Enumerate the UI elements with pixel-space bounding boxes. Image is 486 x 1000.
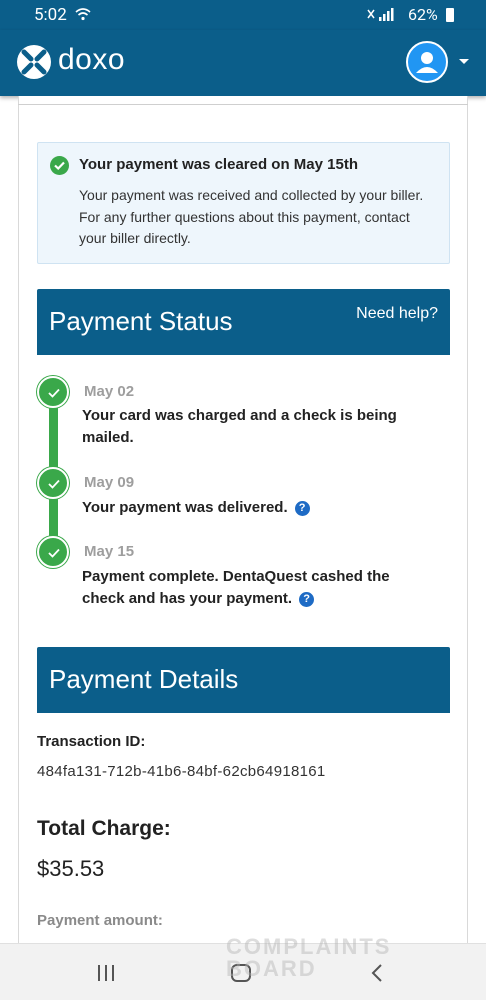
signal-icon bbox=[367, 8, 394, 21]
divider bbox=[18, 104, 468, 105]
app-header: doxo bbox=[0, 30, 486, 96]
user-avatar-icon[interactable] bbox=[406, 41, 448, 83]
payment-cleared-notice: Your payment was cleared on May 15th You… bbox=[37, 142, 450, 264]
check-circle-icon bbox=[37, 376, 69, 408]
payment-details-header: Payment Details bbox=[37, 647, 450, 713]
timeline-text: Your payment was delivered. bbox=[82, 499, 288, 516]
need-help-link[interactable]: Need help? bbox=[356, 305, 438, 323]
recent-apps-icon[interactable] bbox=[97, 965, 115, 981]
watermark-line: BOARD bbox=[226, 956, 317, 981]
watermark: COMPLAINTS BOARD bbox=[226, 936, 391, 980]
timeline-item: Your payment was delivered.? bbox=[82, 497, 427, 519]
payment-status-header: Payment Status Need help? bbox=[37, 289, 450, 355]
notice-body: Your payment was received and collected … bbox=[79, 187, 424, 246]
help-icon[interactable]: ? bbox=[299, 592, 315, 607]
timeline-text: Your card was charged and a check is bei… bbox=[82, 407, 397, 446]
timeline-date: May 02 bbox=[84, 383, 135, 400]
status-bar: 5:02 62% bbox=[0, 0, 486, 30]
total-charge-value: $35.53 bbox=[37, 856, 105, 881]
timeline-date: May 09 bbox=[84, 474, 135, 491]
timeline-item: Payment complete. DentaQuest cashed the … bbox=[82, 566, 427, 610]
brand-name[interactable]: doxo bbox=[58, 43, 125, 77]
payment-details-title: Payment Details bbox=[49, 664, 239, 694]
transaction-id-value: 484fa131-712b-41b6-84bf-62cb64918161 bbox=[37, 763, 326, 780]
payment-status-title: Payment Status bbox=[49, 306, 233, 336]
timeline-text: Payment complete. DentaQuest cashed the … bbox=[82, 568, 390, 607]
status-time: 5:02 bbox=[34, 5, 67, 25]
check-circle-icon bbox=[37, 536, 69, 568]
chevron-down-icon[interactable] bbox=[459, 59, 469, 64]
total-charge-label: Total Charge: bbox=[37, 817, 171, 840]
battery-level: 62% bbox=[408, 5, 438, 24]
payment-amount-label: Payment amount: bbox=[37, 912, 163, 929]
wifi-icon bbox=[75, 8, 91, 21]
battery-icon bbox=[446, 8, 454, 22]
help-icon[interactable]: ? bbox=[294, 501, 310, 516]
timeline-date: May 15 bbox=[84, 543, 135, 560]
check-circle-icon bbox=[37, 467, 69, 499]
doxo-logo-icon[interactable] bbox=[17, 45, 51, 79]
watermark-line: COMPLAINTS bbox=[226, 934, 392, 959]
notice-title: Your payment was cleared on May 15th bbox=[79, 156, 358, 173]
check-circle-icon bbox=[50, 156, 69, 175]
transaction-id-label: Transaction ID: bbox=[37, 733, 146, 750]
